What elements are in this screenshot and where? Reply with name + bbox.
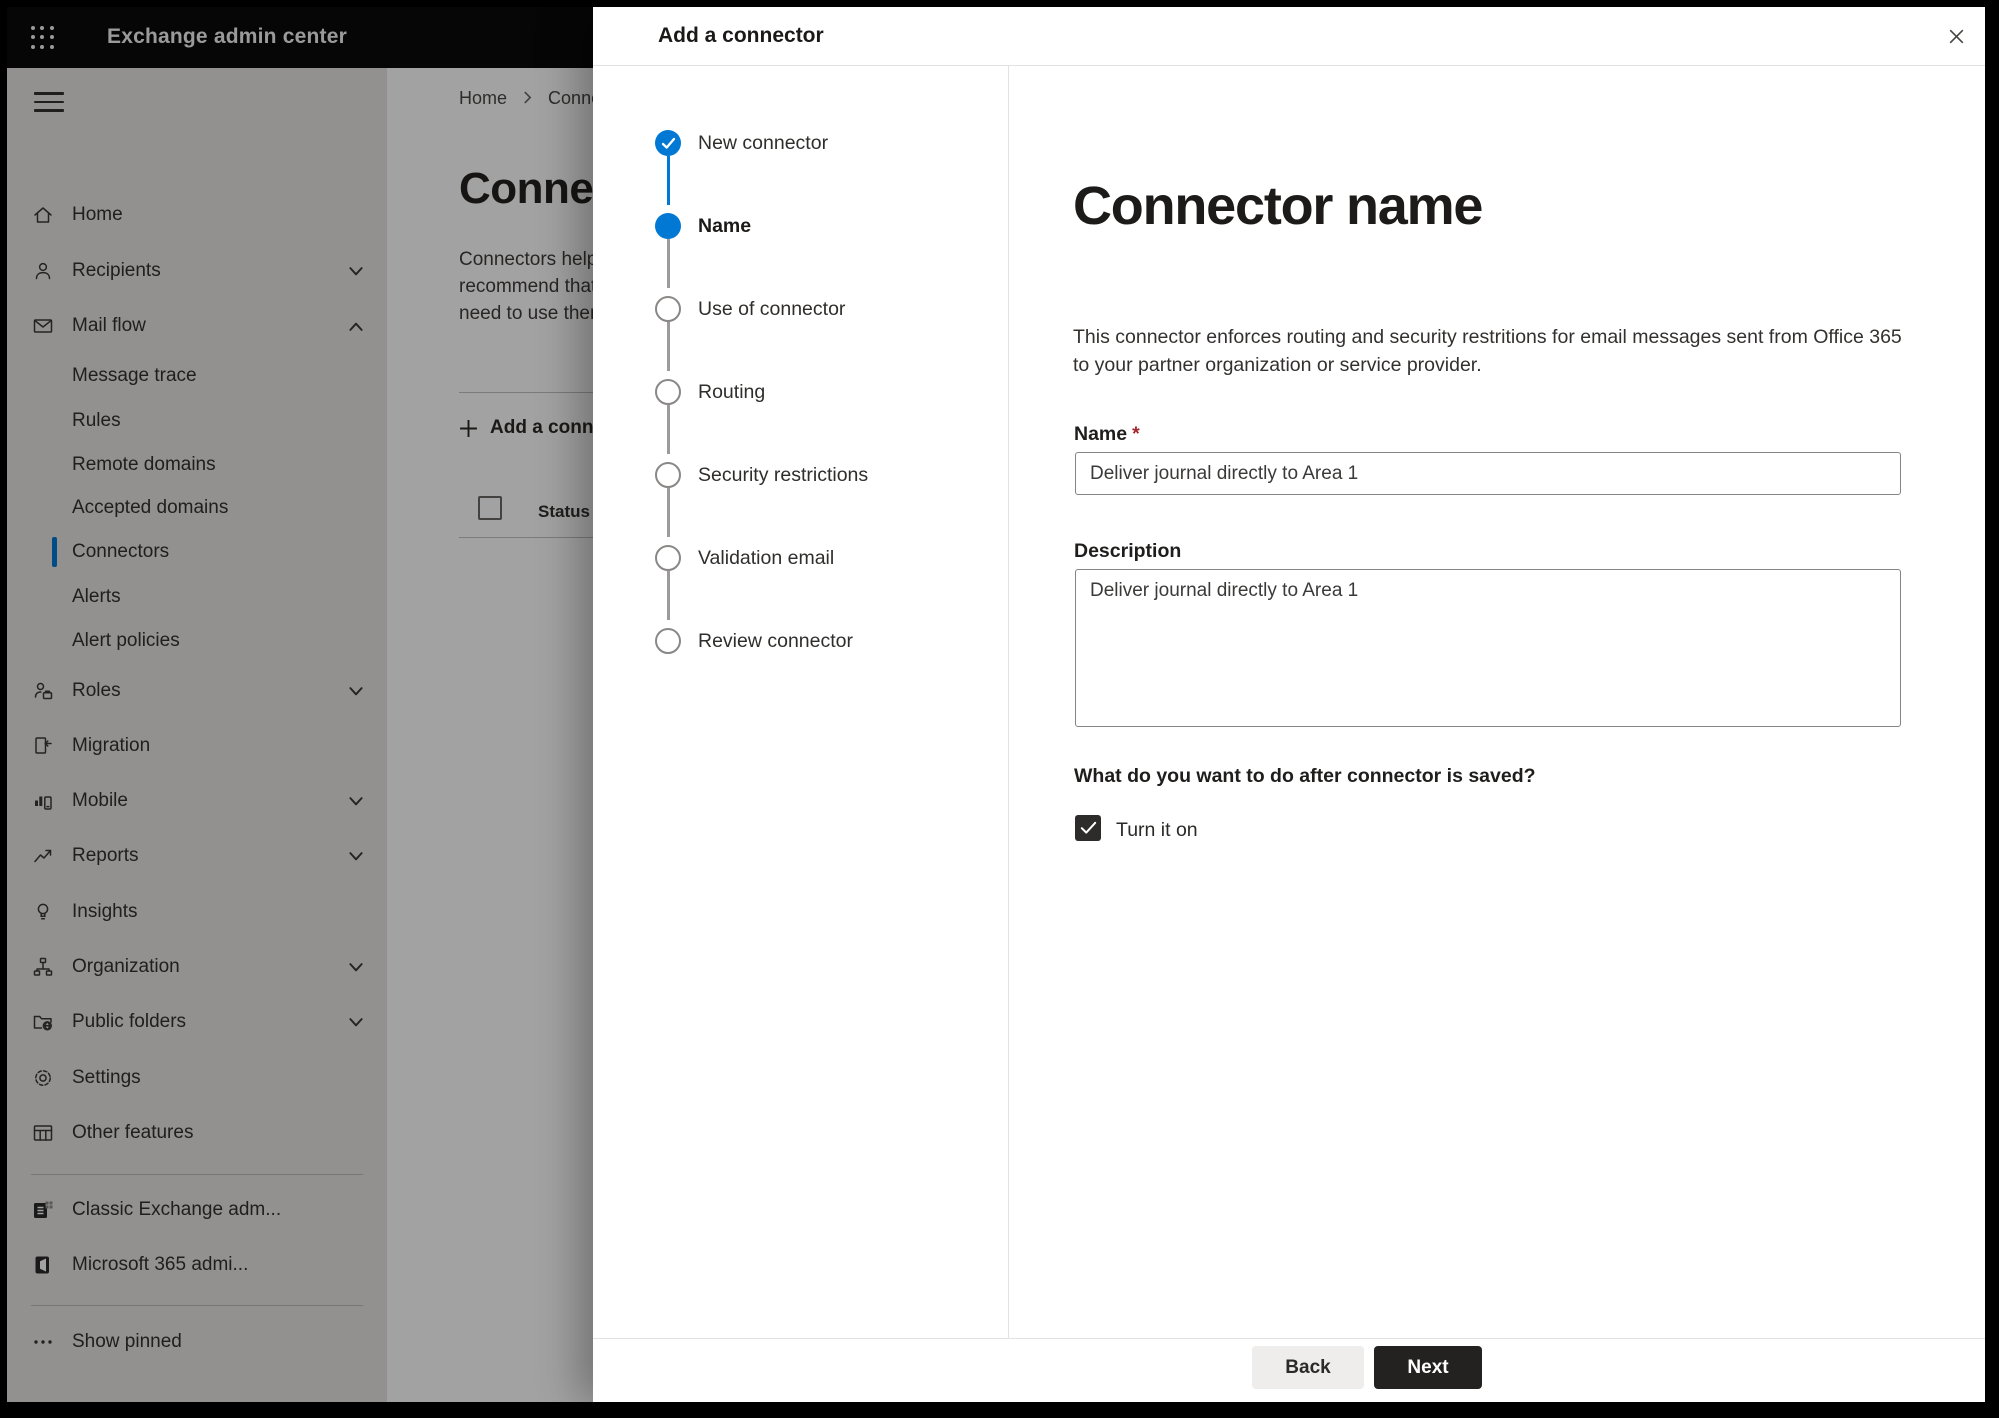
wizard-step-use-of-connector[interactable]: Use of connector — [593, 292, 993, 326]
description-textarea[interactable]: Deliver journal directly to Area 1 — [1075, 569, 1901, 727]
step-connector-line — [667, 488, 670, 537]
wizard-divider — [1008, 66, 1009, 1338]
wizard-step-security-restrictions[interactable]: Security restrictions — [593, 458, 993, 492]
dialog-header: Add a connector — [593, 7, 1985, 66]
step-upcoming-icon — [655, 379, 681, 405]
step-connector-line — [667, 571, 670, 620]
after-save-question: What do you want to do after connector i… — [1074, 765, 1536, 787]
step-upcoming-icon — [655, 462, 681, 488]
content-heading: Connector name — [1073, 176, 1483, 236]
step-label: Security restrictions — [698, 464, 869, 486]
required-marker: * — [1132, 423, 1140, 445]
description-field-label: Description — [1074, 540, 1182, 562]
wizard-step-review-connector[interactable]: Review connector — [593, 624, 993, 658]
step-completed-icon — [655, 130, 681, 156]
next-button[interactable]: Next — [1374, 1346, 1482, 1389]
step-label: Use of connector — [698, 298, 846, 320]
step-upcoming-icon — [655, 296, 681, 322]
footer-divider — [593, 1338, 1985, 1339]
content-description: This connector enforces routing and secu… — [1073, 326, 1902, 376]
wizard-step-validation-email[interactable]: Validation email — [593, 541, 993, 575]
close-icon — [1949, 29, 1963, 43]
step-label: Name — [698, 215, 752, 237]
checkmark-icon — [661, 137, 675, 149]
wizard-step-routing[interactable]: Routing — [593, 375, 993, 409]
turn-it-on-checkbox[interactable] — [1075, 815, 1101, 841]
wizard-step-new-connector[interactable]: New connector — [593, 126, 993, 160]
step-label: Validation email — [698, 547, 835, 569]
step-label: Routing — [698, 381, 766, 403]
back-button[interactable]: Back — [1252, 1346, 1364, 1389]
checkmark-icon — [1080, 821, 1096, 834]
step-connector-line — [667, 322, 670, 371]
add-connector-dialog: Add a connector New connector Name Use o… — [593, 7, 1985, 1402]
turn-it-on-label: Turn it on — [1116, 819, 1198, 841]
close-button[interactable] — [1937, 17, 1975, 55]
step-connector-line — [667, 156, 670, 205]
name-input[interactable] — [1075, 452, 1901, 495]
step-connector-line — [667, 405, 670, 454]
dialog-title: Add a connector — [658, 24, 824, 47]
step-connector-line — [667, 239, 670, 288]
step-upcoming-icon — [655, 545, 681, 571]
step-upcoming-icon — [655, 628, 681, 654]
screenshot-frame: Exchange admin center Home Recipients Ma… — [0, 0, 1999, 1418]
name-field-label: Name * — [1074, 423, 1140, 445]
app-window: Exchange admin center Home Recipients Ma… — [7, 7, 1985, 1402]
step-current-icon — [655, 213, 681, 239]
step-label: Review connector — [698, 630, 853, 652]
wizard-step-name[interactable]: Name — [593, 209, 993, 243]
step-label: New connector — [698, 132, 829, 154]
